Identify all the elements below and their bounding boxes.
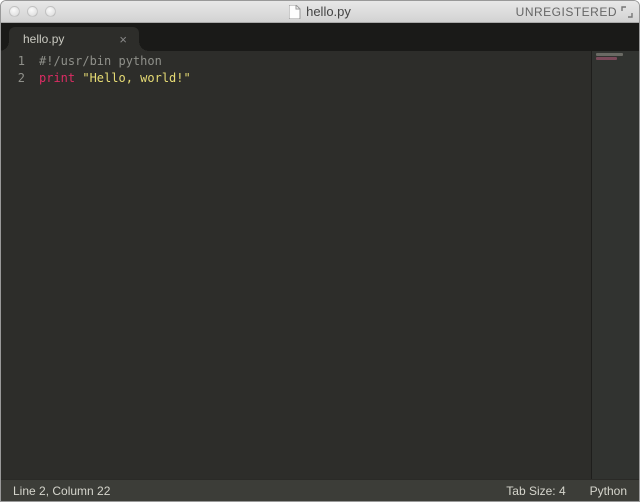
tab-hello-py[interactable]: hello.py × (9, 27, 139, 51)
minimap-preview (596, 53, 635, 61)
code-line: print "Hello, world!" (39, 70, 591, 87)
cursor-position[interactable]: Line 2, Column 22 (13, 484, 110, 498)
line-number: 1 (1, 53, 31, 70)
line-number: 2 (1, 70, 31, 87)
code-editor[interactable]: #!/usr/bin pythonprint "Hello, world!" (31, 51, 591, 479)
minimize-window-button[interactable] (27, 6, 38, 17)
status-bar: Line 2, Column 22 Tab Size: 4 Python (1, 479, 639, 501)
editor-area: 12 #!/usr/bin pythonprint "Hello, world!… (1, 51, 639, 479)
close-window-button[interactable] (9, 6, 20, 17)
syntax-language[interactable]: Python (590, 484, 627, 498)
tab-label: hello.py (23, 32, 64, 46)
window-title: hello.py (306, 4, 351, 19)
title-right: UNREGISTERED (516, 5, 639, 19)
expand-icon[interactable] (621, 6, 633, 18)
close-tab-button[interactable]: × (117, 33, 129, 46)
zoom-window-button[interactable] (45, 6, 56, 17)
minimap[interactable] (591, 51, 639, 479)
tab-bar: hello.py × (1, 23, 639, 51)
registration-status: UNREGISTERED (516, 5, 617, 19)
window-controls (1, 6, 56, 17)
app-window: hello.py UNREGISTERED hello.py × 12 #!/u… (0, 0, 640, 502)
titlebar: hello.py UNREGISTERED (1, 1, 639, 23)
code-line: #!/usr/bin python (39, 53, 591, 70)
file-icon (289, 5, 301, 19)
line-number-gutter: 12 (1, 51, 31, 479)
tab-size[interactable]: Tab Size: 4 (506, 484, 565, 498)
